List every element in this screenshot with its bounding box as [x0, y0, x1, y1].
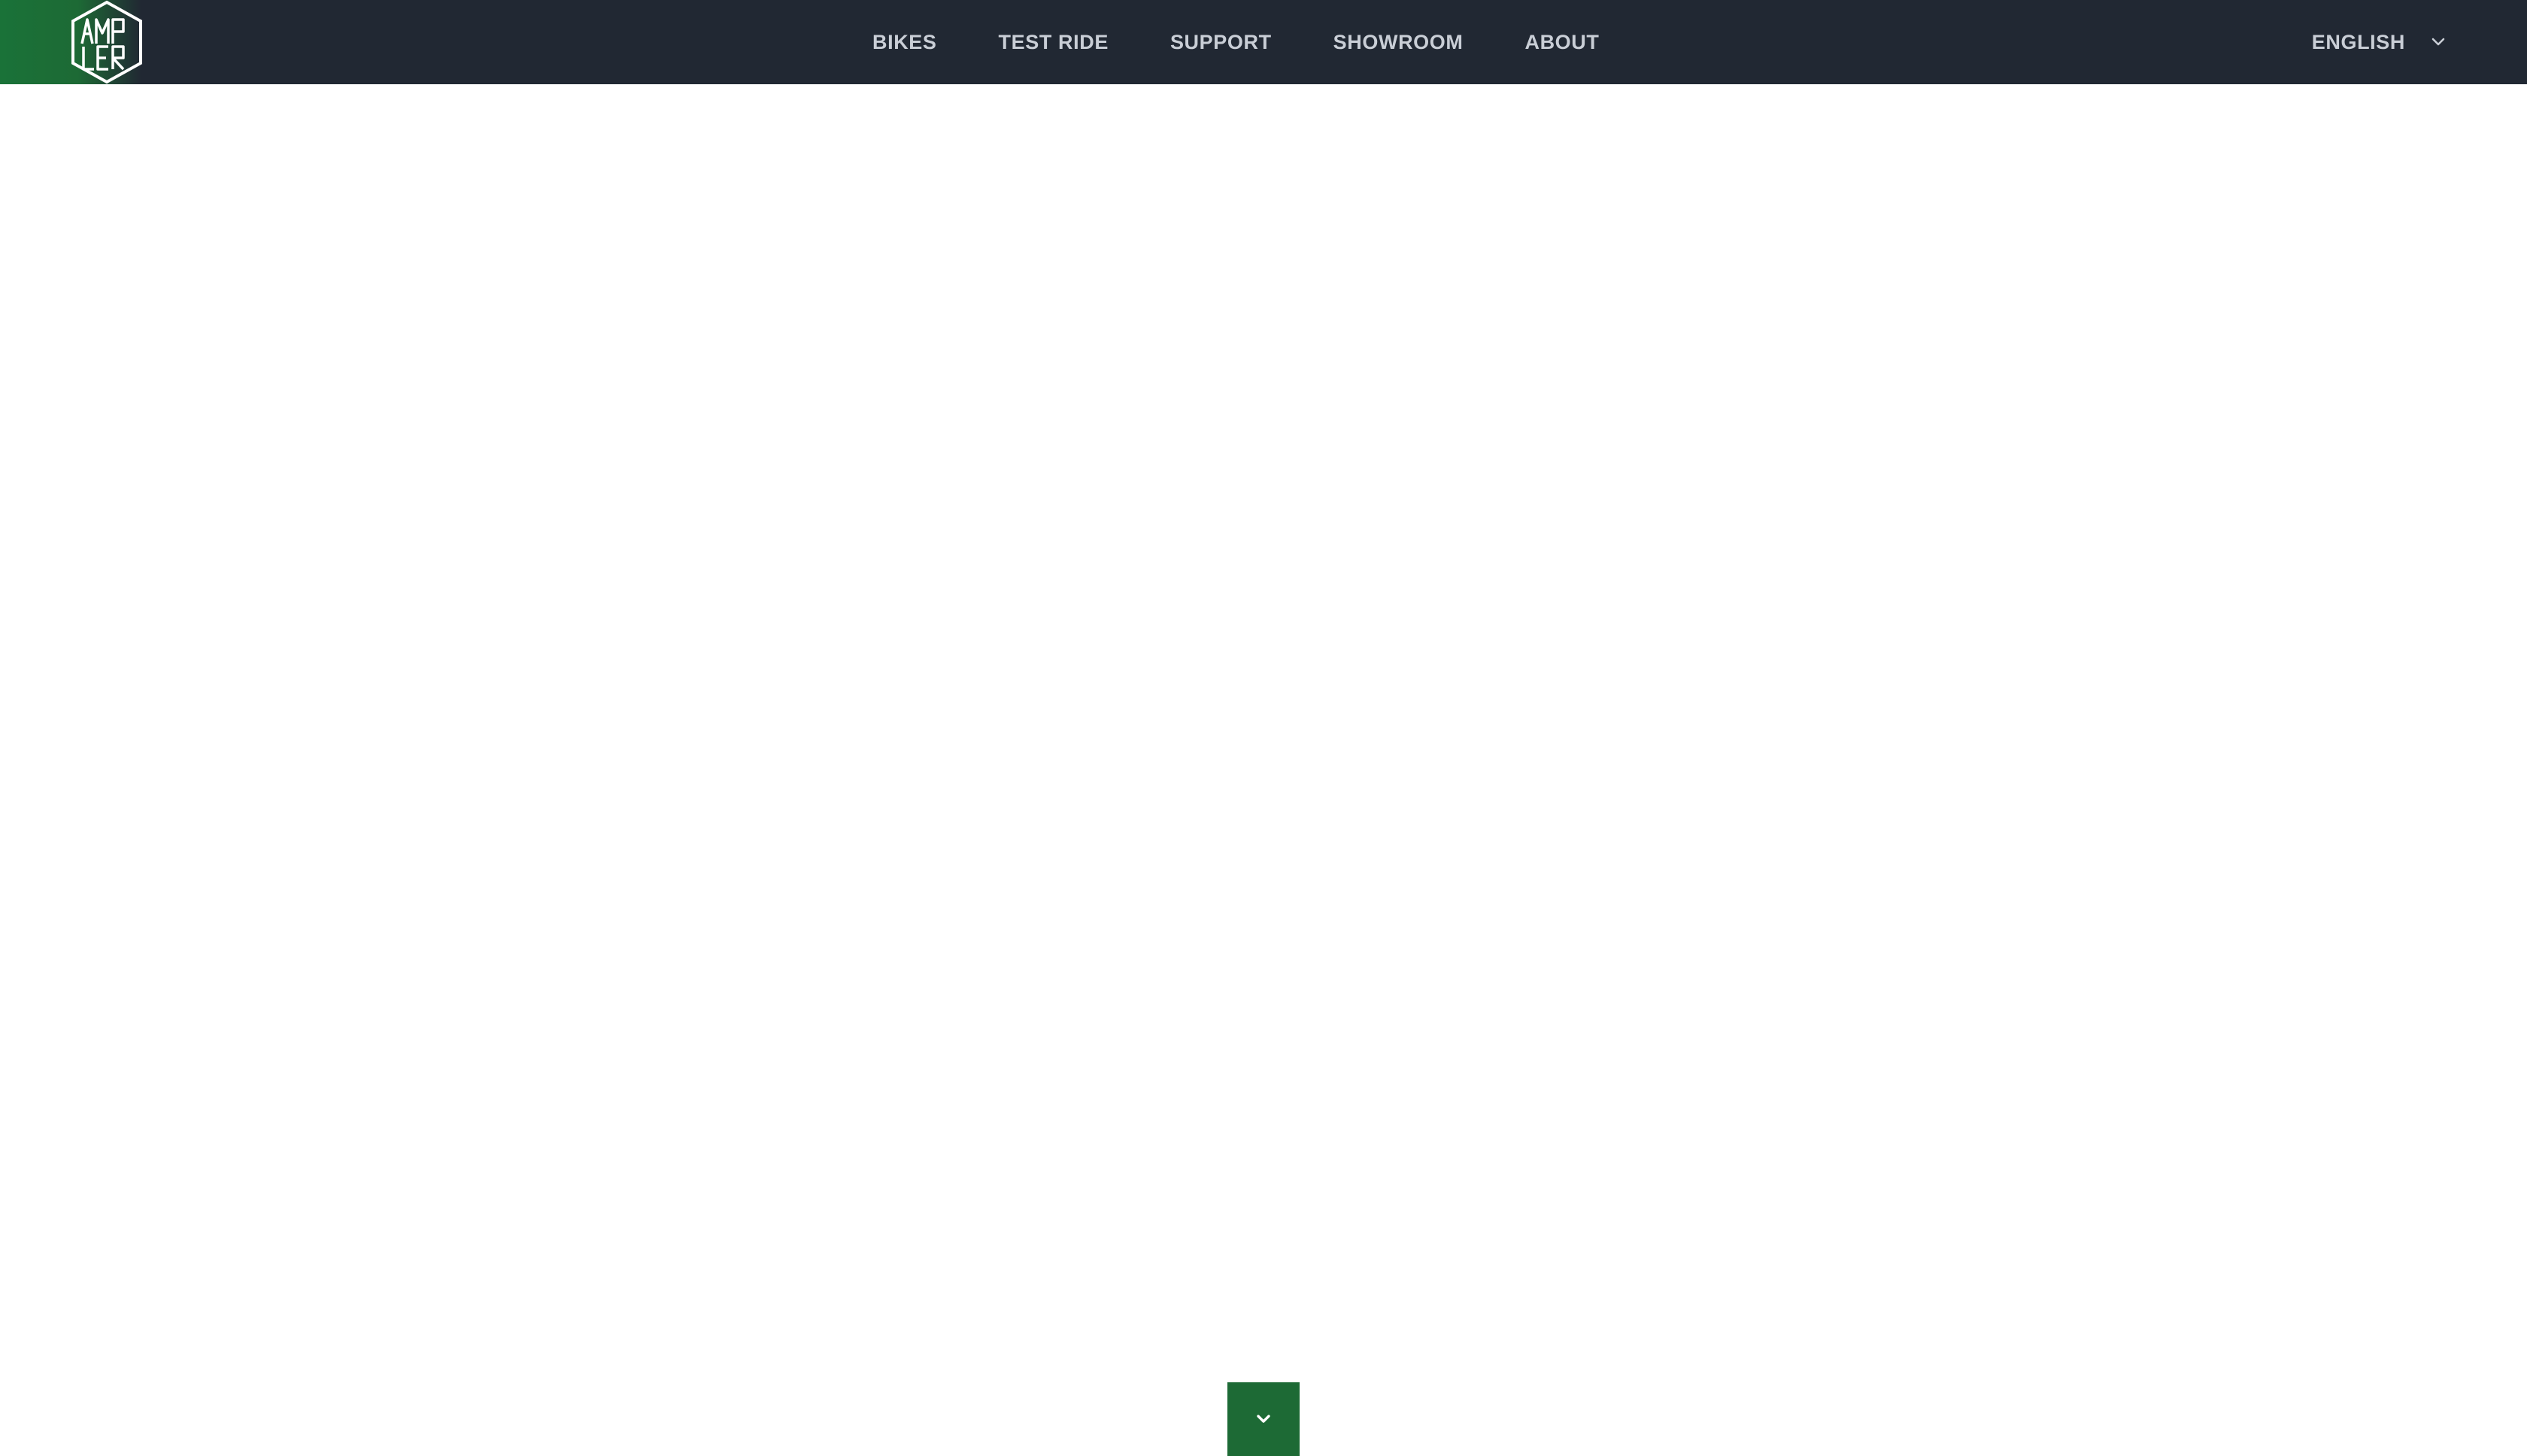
- main-navigation: BIKES TEST RIDE SUPPORT SHOWROOM ABOUT: [872, 0, 1599, 84]
- hero-section: [0, 84, 2527, 1456]
- chevron-down-icon: [1257, 1415, 1270, 1423]
- page: BIKES TEST RIDE SUPPORT SHOWROOM ABOUT E…: [0, 0, 2527, 1456]
- language-selector[interactable]: ENGLISH: [2312, 0, 2447, 84]
- language-label: ENGLISH: [2311, 30, 2405, 53]
- scroll-down-button[interactable]: [1227, 1382, 1300, 1456]
- nav-item-about[interactable]: ABOUT: [1524, 31, 1599, 54]
- ampler-logo-icon[interactable]: [69, 0, 144, 84]
- nav-item-support[interactable]: SUPPORT: [1170, 31, 1272, 54]
- top-navigation-bar: BIKES TEST RIDE SUPPORT SHOWROOM ABOUT E…: [0, 0, 2527, 84]
- nav-item-bikes[interactable]: BIKES: [872, 31, 937, 54]
- nav-item-showroom[interactable]: SHOWROOM: [1333, 31, 1464, 54]
- chevron-down-icon: [2431, 38, 2445, 46]
- nav-item-test-ride[interactable]: TEST RIDE: [999, 31, 1109, 54]
- logo-block[interactable]: [0, 0, 144, 84]
